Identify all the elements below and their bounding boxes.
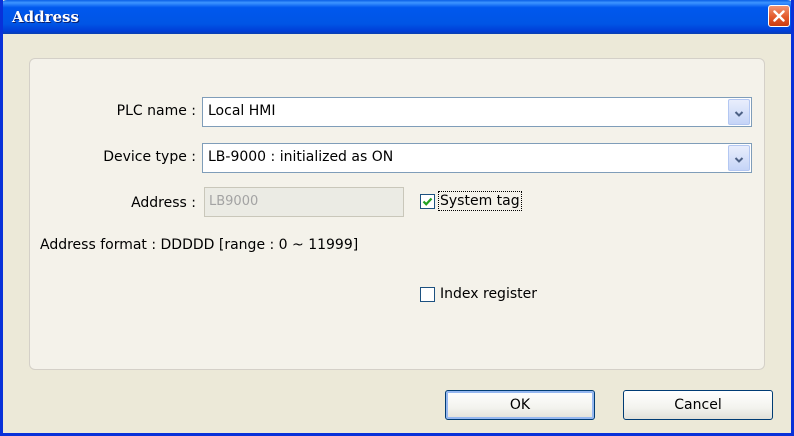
cancel-button[interactable]: Cancel: [623, 390, 773, 420]
plc-name-label: PLC name :: [116, 103, 196, 119]
system-tag-label[interactable]: System tag: [438, 191, 522, 211]
index-register-checkbox[interactable]: [420, 287, 435, 302]
address-field[interactable]: LB9000: [204, 187, 404, 217]
title-bar[interactable]: Address: [3, 0, 791, 34]
address-format-text: Address format : DDDDD [range : 0 ~ 1199…: [40, 237, 359, 253]
system-tag-checkbox[interactable]: [420, 194, 435, 209]
checkmark-icon: [422, 192, 433, 211]
close-button[interactable]: [768, 5, 790, 27]
chevron-down-icon: [734, 103, 744, 122]
address-settings-panel: PLC name : Local HMI Device type : LB-90…: [29, 58, 765, 370]
plc-name-select[interactable]: Local HMI: [202, 97, 752, 127]
chevron-down-icon: [734, 149, 744, 168]
ok-button[interactable]: OK: [445, 390, 595, 420]
device-type-select[interactable]: LB-9000 : initialized as ON: [202, 143, 752, 173]
address-dialog: Address PLC name : Local HMI Device type…: [0, 0, 794, 436]
device-type-value: LB-9000 : initialized as ON: [208, 149, 394, 165]
address-value: LB9000: [209, 194, 259, 209]
plc-name-dropdown-button[interactable]: [728, 99, 750, 125]
dialog-title: Address: [12, 8, 79, 26]
index-register-label[interactable]: Index register: [440, 286, 537, 302]
close-icon: [773, 10, 785, 22]
plc-name-value: Local HMI: [208, 103, 276, 119]
address-label: Address :: [131, 195, 196, 211]
device-type-label: Device type :: [103, 149, 196, 165]
device-type-dropdown-button[interactable]: [728, 145, 750, 171]
